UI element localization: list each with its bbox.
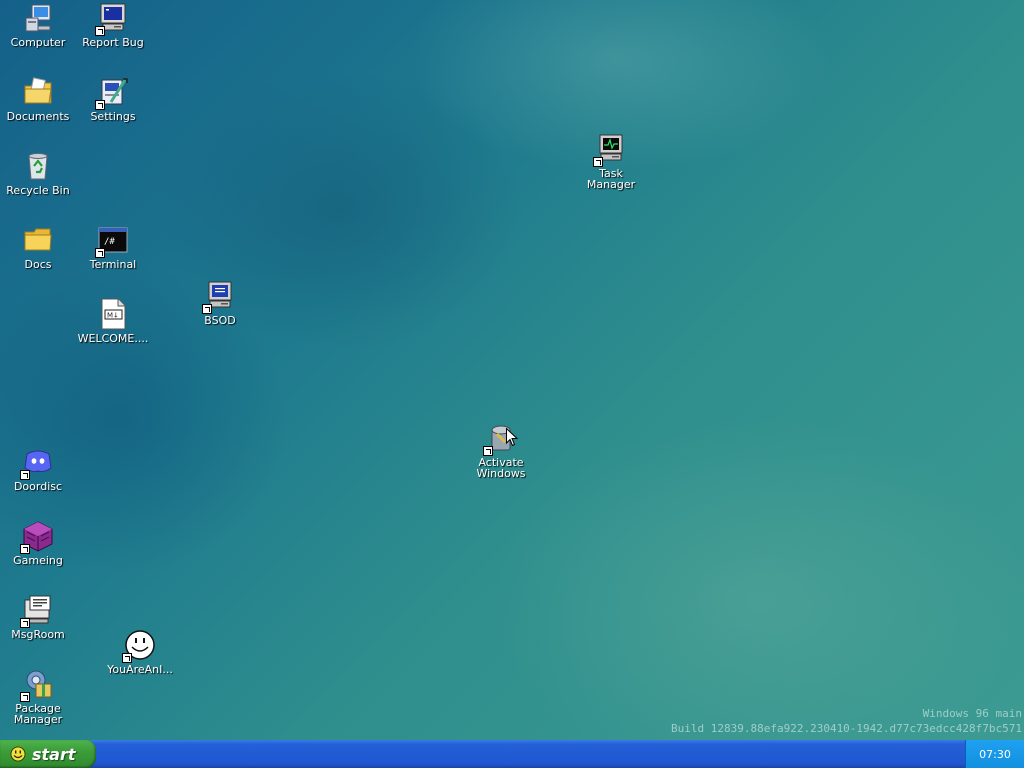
desktop-icon-welcome-file[interactable]: M↓ WELCOME.... xyxy=(75,298,151,344)
desktop-icon-label: Recycle Bin xyxy=(6,184,70,197)
game-cube-icon xyxy=(20,520,54,554)
clock[interactable]: 07:30 xyxy=(979,748,1011,761)
desktop-icon-label: YouAreAnI... xyxy=(107,663,173,676)
desktop[interactable]: Computer Report Bug Documents Settings R… xyxy=(0,0,1024,740)
computer-icon xyxy=(22,2,54,34)
start-button[interactable]: start xyxy=(0,740,96,768)
watermark-line-build: Build 12839.88efa922.230410-1942.d77c73e… xyxy=(671,722,1022,735)
documents-folder-icon xyxy=(22,76,54,108)
shortcut-arrow-icon xyxy=(20,692,30,702)
shortcut-arrow-icon xyxy=(122,653,132,663)
desktop-icon-label: Activate Windows xyxy=(476,456,526,480)
desktop-icon-gameing[interactable]: Gameing xyxy=(0,520,76,566)
desktop-icon-msgroom[interactable]: MsgRoom xyxy=(0,594,76,640)
desktop-icon-terminal[interactable]: /# Terminal xyxy=(75,224,151,270)
desktop-icon-label: Docs xyxy=(24,258,52,271)
desktop-icon-label: BSOD xyxy=(204,314,236,327)
desktop-icon-label: Terminal xyxy=(89,258,137,271)
settings-control-panel-icon xyxy=(95,76,129,110)
shortcut-arrow-icon xyxy=(95,100,105,110)
desktop-icon-label: Settings xyxy=(90,110,136,123)
desktop-icon-label: Package Manager xyxy=(13,702,63,726)
watermark-line-edition: Windows 96 main xyxy=(922,707,1022,720)
msgroom-icon xyxy=(20,594,54,628)
desktop-icon-label: WELCOME.... xyxy=(77,332,149,345)
desktop-icon-label: Documents xyxy=(6,110,70,123)
desktop-icon-computer[interactable]: Computer xyxy=(0,2,76,48)
report-bug-computer-icon xyxy=(95,2,129,36)
markdown-glyph: M↓ xyxy=(107,312,119,320)
desktop-icon-label: Task Manager xyxy=(586,167,636,191)
shortcut-arrow-icon xyxy=(20,470,30,480)
shortcut-arrow-icon xyxy=(593,157,603,167)
terminal-glyph: /# xyxy=(104,237,115,247)
shortcut-arrow-icon xyxy=(20,544,30,554)
markdown-file-icon: M↓ xyxy=(97,298,129,330)
smiley-face-icon xyxy=(122,629,156,663)
desktop-icon-recycle-bin[interactable]: Recycle Bin xyxy=(0,150,76,196)
shortcut-arrow-icon xyxy=(20,618,30,628)
desktop-icon-label: MsgRoom xyxy=(11,628,65,641)
desktop-icon-label: Doordisc xyxy=(13,480,63,493)
start-label: start xyxy=(32,744,76,764)
shortcut-arrow-icon xyxy=(95,26,105,36)
desktop-icon-documents[interactable]: Documents xyxy=(0,76,76,122)
shortcut-arrow-icon xyxy=(95,248,105,258)
desktop-icon-doordisc[interactable]: Doordisc xyxy=(0,446,76,492)
desktop-icon-label: Report Bug xyxy=(82,36,144,49)
mouse-cursor-icon xyxy=(506,427,519,450)
smiley-start-icon xyxy=(10,746,26,762)
doordisc-chat-icon xyxy=(20,446,54,480)
desktop-icon-bsod[interactable]: BSOD xyxy=(182,280,258,326)
desktop-icon-report-bug[interactable]: Report Bug xyxy=(75,2,151,48)
package-manager-icon xyxy=(20,668,54,702)
desktop-icon-youareani[interactable]: YouAreAnI... xyxy=(102,629,178,675)
system-tray[interactable]: 07:30 xyxy=(965,740,1024,768)
desktop-icon-activate-windows[interactable]: Activate Windows xyxy=(463,422,539,479)
desktop-icon-label: Gameing xyxy=(13,554,63,567)
shortcut-arrow-icon xyxy=(483,446,493,456)
recycle-bin-icon xyxy=(22,150,54,182)
terminal-icon: /# xyxy=(95,224,129,258)
shortcut-arrow-icon xyxy=(202,304,212,314)
desktop-icon-task-manager[interactable]: Task Manager xyxy=(573,133,649,190)
task-manager-icon xyxy=(593,133,627,167)
desktop-icon-label: Computer xyxy=(10,36,66,49)
desktop-icon-docs[interactable]: Docs xyxy=(0,224,76,270)
folder-icon xyxy=(22,224,54,256)
desktop-icon-package-manager[interactable]: Package Manager xyxy=(0,668,76,725)
taskbar: start 07:30 xyxy=(0,740,1024,768)
desktop-icon-settings[interactable]: Settings xyxy=(75,76,151,122)
build-watermark: Windows 96 main Build 12839.88efa922.230… xyxy=(671,706,1022,736)
bsod-computer-icon xyxy=(202,280,236,314)
